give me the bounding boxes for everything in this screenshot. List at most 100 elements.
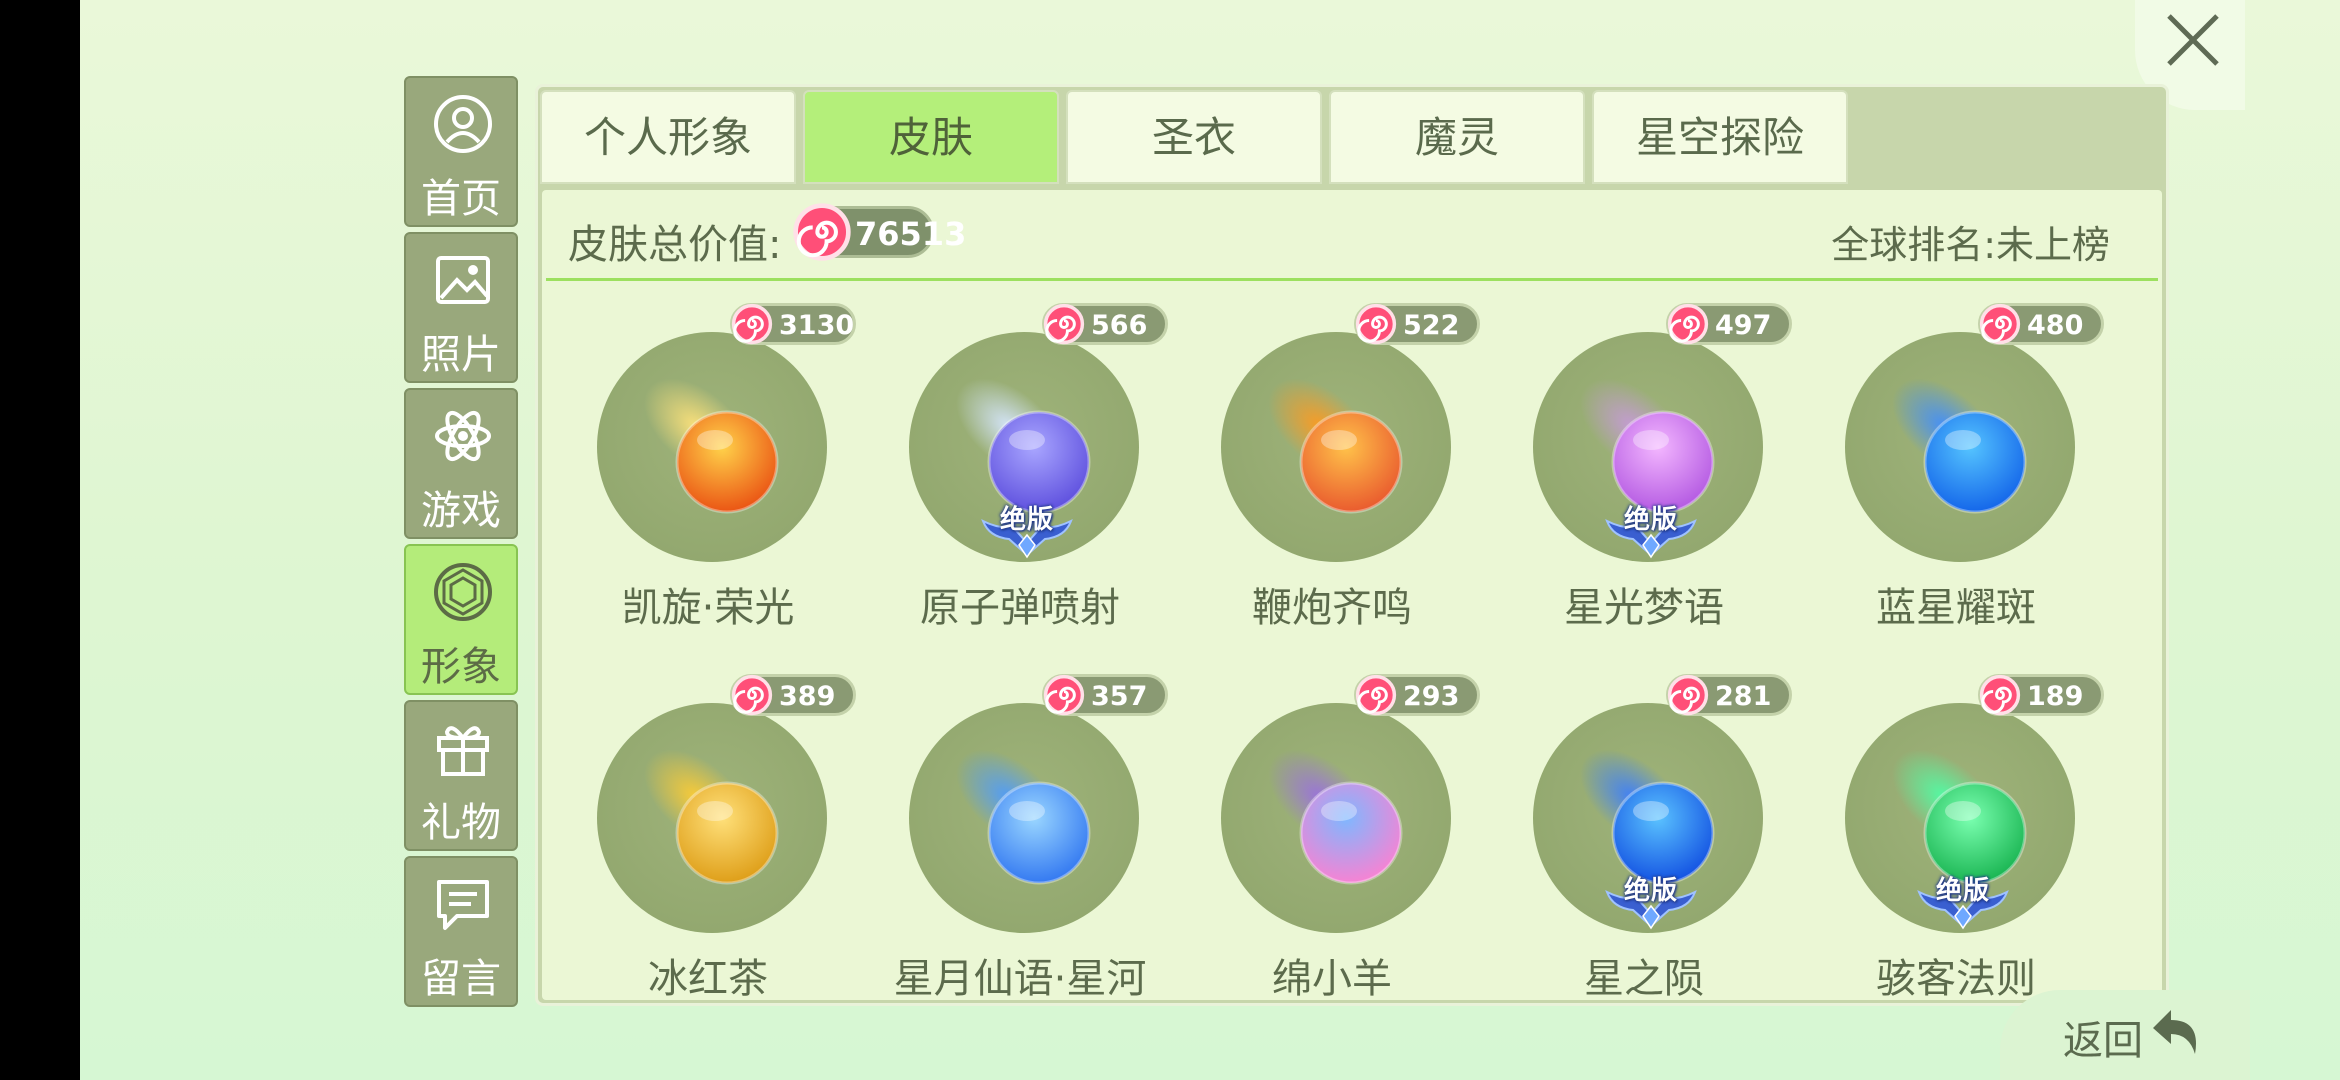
tab-armor[interactable]: 圣衣 bbox=[1066, 90, 1322, 184]
back-arrow-icon bbox=[2153, 1010, 2196, 1054]
gift-icon bbox=[437, 726, 489, 776]
sidebar-item-label: 形象 bbox=[421, 644, 501, 690]
limited-badge: 绝版 bbox=[1603, 870, 1699, 932]
candy-icon bbox=[731, 674, 773, 716]
user-icon bbox=[434, 95, 492, 153]
sidebar-item-label: 礼物 bbox=[421, 800, 501, 846]
price-badge: 357 bbox=[1042, 674, 1168, 716]
limited-badge: 绝版 bbox=[1915, 870, 2011, 932]
sidebar-item-home[interactable]: 首页 bbox=[404, 76, 518, 227]
skin-price: 497 bbox=[1715, 310, 1772, 341]
skin-preview bbox=[597, 332, 827, 562]
candy-icon bbox=[1355, 303, 1397, 345]
back-button[interactable]: 返回 bbox=[2000, 990, 2250, 1080]
gem-icon bbox=[434, 563, 492, 621]
price-badge: 189 bbox=[1978, 674, 2104, 716]
skin-price: 293 bbox=[1403, 681, 1460, 712]
sidebar-item-messages[interactable]: 留言 bbox=[404, 856, 518, 1007]
tab-star-explore[interactable]: 星空探险 bbox=[1592, 90, 1848, 184]
skin-card[interactable]: 389 冰红茶 bbox=[552, 674, 864, 1044]
ball-icon bbox=[644, 378, 779, 514]
screen-letterbox bbox=[0, 0, 80, 1080]
skin-card[interactable]: 189 绝版 骇客法则 bbox=[1800, 674, 2112, 1044]
skin-price: 389 bbox=[779, 681, 836, 712]
candy-icon bbox=[1043, 674, 1085, 716]
total-value: 76513 bbox=[855, 215, 967, 253]
candy-icon bbox=[793, 203, 851, 261]
skin-preview bbox=[909, 703, 1139, 933]
candy-icon bbox=[731, 303, 773, 345]
skin-name: 冰红茶 bbox=[648, 956, 768, 1002]
price-badge: 3130 bbox=[730, 303, 856, 345]
total-value-label: 皮肤总价值: bbox=[568, 222, 782, 268]
skin-price: 189 bbox=[2027, 681, 2084, 712]
sidebar-item-appearance[interactable]: 形象 bbox=[404, 544, 518, 695]
skin-preview bbox=[1845, 332, 2075, 562]
tab-spirits[interactable]: 魔灵 bbox=[1329, 90, 1585, 184]
sidebar-item-gifts[interactable]: 礼物 bbox=[404, 700, 518, 851]
skin-price: 522 bbox=[1403, 310, 1460, 341]
skin-price: 357 bbox=[1091, 681, 1148, 712]
skin-card[interactable]: 293 绵小羊 bbox=[1176, 674, 1488, 1044]
sidebar-item-games[interactable]: 游戏 bbox=[404, 388, 518, 539]
candy-icon bbox=[1979, 674, 2021, 716]
skin-card[interactable]: 357 星月仙语·星河 bbox=[864, 674, 1176, 1044]
atom-icon bbox=[435, 410, 491, 462]
skin-card[interactable]: 3130 凯旋·荣光 bbox=[552, 303, 864, 673]
skin-card[interactable]: 566 绝版原子弹喷射 bbox=[864, 303, 1176, 673]
candy-icon bbox=[1043, 303, 1085, 345]
skin-card[interactable]: 480 蓝星耀斑 bbox=[1800, 303, 2112, 673]
message-icon bbox=[437, 880, 489, 930]
skin-price: 3130 bbox=[779, 310, 855, 341]
price-badge: 293 bbox=[1354, 674, 1480, 716]
ball-icon bbox=[1892, 378, 2027, 514]
skin-preview bbox=[1221, 332, 1451, 562]
limited-label: 绝版 bbox=[999, 505, 1054, 535]
limited-badge: 绝版 bbox=[979, 499, 1075, 561]
limited-label: 绝版 bbox=[1935, 876, 1990, 906]
skin-card[interactable]: 522 鞭炮齐鸣 bbox=[1176, 303, 1488, 673]
limited-label: 绝版 bbox=[1623, 876, 1678, 906]
price-badge: 281 bbox=[1666, 674, 1792, 716]
tab-profile[interactable]: 个人形象 bbox=[540, 90, 796, 184]
tab-skins[interactable]: 皮肤 bbox=[803, 90, 1059, 184]
price-badge: 566 bbox=[1042, 303, 1168, 345]
close-icon bbox=[2167, 14, 2219, 66]
skin-price: 566 bbox=[1091, 310, 1148, 341]
skin-name: 蓝星耀斑 bbox=[1876, 585, 2036, 631]
skin-name: 原子弹喷射 bbox=[920, 585, 1120, 631]
candy-icon bbox=[1667, 674, 1709, 716]
skin-card[interactable]: 281 绝版星之陨 bbox=[1488, 674, 1800, 1044]
total-value-badge: 76513 bbox=[793, 203, 966, 261]
candy-icon bbox=[1355, 674, 1397, 716]
skin-preview bbox=[597, 703, 827, 933]
sidebar-item-label: 游戏 bbox=[421, 488, 501, 534]
back-label: 返回 bbox=[2063, 1018, 2143, 1064]
sidebar-item-label: 留言 bbox=[421, 956, 501, 1002]
global-rank: 全球排名:未上榜 bbox=[1831, 223, 2110, 267]
game-screen: 首页 照片 游戏 形象 礼物 留言 个人形象 皮肤 圣衣 魔灵 星空探险 皮肤总… bbox=[80, 0, 2340, 1080]
skin-preview bbox=[1221, 703, 1451, 933]
skin-panel: 个人形象 皮肤 圣衣 魔灵 星空探险 皮肤总价值: 76513 全球排名:未上榜… bbox=[535, 84, 2169, 1006]
price-badge: 389 bbox=[730, 674, 856, 716]
candy-icon bbox=[1979, 303, 2021, 345]
limited-label: 绝版 bbox=[1623, 505, 1678, 535]
skin-name: 星月仙语·星河 bbox=[893, 956, 1147, 1002]
divider bbox=[546, 278, 2158, 281]
skin-name: 凯旋·荣光 bbox=[621, 585, 795, 631]
skin-name: 鞭炮齐鸣 bbox=[1252, 585, 1412, 631]
price-badge: 522 bbox=[1354, 303, 1480, 345]
ball-icon bbox=[1268, 749, 1403, 885]
sidebar-item-label: 首页 bbox=[421, 176, 501, 222]
skin-card[interactable]: 497 绝版 星光梦语 bbox=[1488, 303, 1800, 673]
sidebar-item-photos[interactable]: 照片 bbox=[404, 232, 518, 383]
skin-name: 星之陨 bbox=[1584, 956, 1704, 1002]
skin-name: 绵小羊 bbox=[1272, 956, 1392, 1002]
ball-icon bbox=[956, 749, 1091, 885]
skin-price: 480 bbox=[2027, 310, 2084, 341]
sidebar: 首页 照片 游戏 形象 礼物 留言 bbox=[404, 76, 522, 1012]
ball-icon bbox=[1268, 378, 1403, 514]
sidebar-item-label: 照片 bbox=[421, 332, 501, 378]
skin-price: 281 bbox=[1715, 681, 1772, 712]
price-badge: 497 bbox=[1666, 303, 1792, 345]
